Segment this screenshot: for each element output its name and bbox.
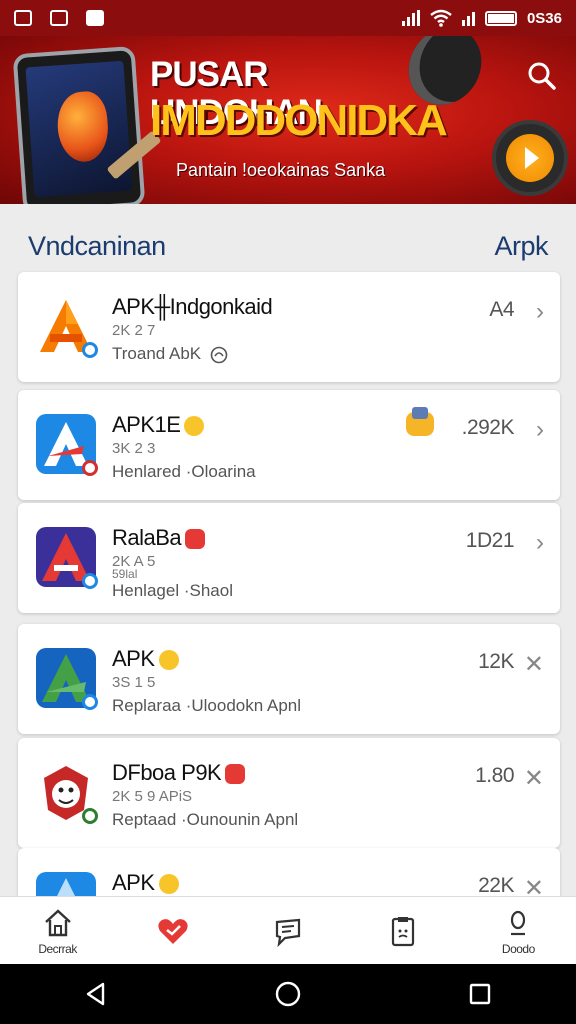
- battery-icon: [484, 10, 517, 26]
- fire-emoji-icon: [225, 764, 246, 785]
- robot-icon: [406, 407, 434, 436]
- smile-emoji-icon: [184, 416, 205, 437]
- clock-icon: [210, 346, 228, 363]
- verified-badge: [82, 694, 98, 710]
- close-x-icon[interactable]: ✕: [524, 650, 544, 679]
- nav-home-label: Decrrak: [38, 941, 77, 956]
- banner-tagline: Pantain !oeokainas Sanka: [176, 160, 386, 180]
- promo-banner[interactable]: PUSAR UNDOHAN IMDDDONIDKA Pantain !oeoka…: [0, 36, 576, 204]
- app-desc: Henlagel ·Shaol: [112, 581, 233, 600]
- status-bar: 0S36: [0, 0, 576, 36]
- nav-profile[interactable]: Doodo: [473, 899, 563, 963]
- status-time: 0S36: [526, 9, 562, 27]
- app-name: DFboa P9K: [112, 760, 246, 786]
- app-name: RalaBa: [112, 525, 206, 551]
- app-value: 22K: [478, 874, 514, 897]
- recents-square-icon: [469, 983, 491, 1005]
- status-system: 0S36: [401, 9, 562, 27]
- app-meta: 3S 1 5: [112, 674, 156, 691]
- app-desc: Henlared ·Oloarina: [112, 462, 256, 481]
- nav-profile-label: Doodo: [501, 941, 535, 956]
- nav-favorites[interactable]: [128, 899, 218, 963]
- app-meta: 3K 2 3: [112, 440, 156, 457]
- app-value: A4: [489, 298, 514, 321]
- section-title: Vndcaninan: [28, 230, 166, 261]
- home-icon: [44, 908, 71, 936]
- close-x-icon[interactable]: ✕: [524, 764, 544, 793]
- nav-home[interactable]: Decrrak: [13, 899, 103, 963]
- app-card[interactable]: APK1E 3K 2 3 Henlared ·Oloarina .292K ›: [18, 390, 560, 500]
- app-meta: 2K 5 9 APiS: [112, 788, 193, 805]
- app-card[interactable]: RalaBa 2K A 5 59lal Henlagel ·Shaol 1D21…: [18, 503, 560, 613]
- smile-emoji-icon: [158, 650, 179, 671]
- gallery-notification-icon: [14, 10, 32, 26]
- app-meta-secondary: 59lal: [112, 567, 138, 581]
- app-value: .292K: [461, 416, 515, 439]
- back-triangle-icon: [86, 982, 105, 1006]
- verified-badge: [82, 342, 98, 358]
- search-icon: [528, 62, 556, 90]
- chevron-right-icon[interactable]: ›: [536, 416, 544, 444]
- app-card[interactable]: DFboa P9K 2K 5 9 APiS Reptaad ·Ounounin …: [18, 738, 560, 848]
- chat-icon: [275, 918, 301, 947]
- recents-button[interactable]: [450, 972, 510, 1016]
- app-value: 12K: [478, 650, 514, 673]
- profile-icon: [511, 910, 526, 935]
- play-button[interactable]: [492, 120, 568, 196]
- app-desc: Replaraa ·Uloodokn Apnl: [112, 696, 302, 715]
- signal-icon: [401, 10, 420, 26]
- chevron-right-icon[interactable]: ›: [536, 529, 544, 557]
- nav-chat[interactable]: [243, 899, 333, 963]
- app-name: APK: [112, 870, 179, 896]
- wifi-icon: [430, 9, 452, 27]
- verified-badge: [82, 573, 98, 589]
- app-card[interactable]: APK 3S 1 5 Replaraa ·Uloodokn Apnl 12K ✕: [18, 624, 560, 734]
- bottom-navigation: Decrrak Doodo: [0, 896, 576, 964]
- section-link[interactable]: Arpk: [494, 231, 548, 262]
- status-badge: [82, 460, 98, 476]
- bird-illustration: [55, 90, 111, 164]
- smile-emoji-icon: [158, 874, 179, 895]
- status-badge: [82, 808, 98, 824]
- section-header: Vndcaninan Arpk: [0, 224, 576, 268]
- fire-emoji-icon: [185, 529, 206, 550]
- app-desc: Troand AbK: [112, 344, 228, 364]
- sim-notification-icon: [50, 10, 68, 26]
- app-notification-icon: [86, 10, 104, 26]
- app-value: 1D21: [465, 529, 515, 552]
- signal-2-icon: [461, 10, 475, 26]
- app-card[interactable]: APK╫Indgonkaid 2K 2 7 Troand AbK A4 ›: [18, 272, 560, 382]
- app-name: APK╫Indgonkaid: [112, 294, 273, 319]
- app-name: APK1E: [112, 412, 205, 438]
- home-circle-icon: [275, 981, 301, 1007]
- chevron-right-icon[interactable]: ›: [536, 298, 544, 326]
- system-navigation: [0, 964, 576, 1024]
- app-value: 1.80: [475, 764, 514, 787]
- app-meta: 2K 2 7: [112, 322, 156, 339]
- heart-icon: [158, 918, 188, 944]
- nav-tasks[interactable]: [358, 899, 448, 963]
- clipboard-icon: [392, 916, 415, 946]
- app-name: APK: [112, 646, 179, 672]
- home-button[interactable]: [258, 972, 318, 1016]
- phone-illustration: [12, 45, 146, 204]
- back-button[interactable]: [66, 972, 126, 1016]
- status-notifications: [14, 10, 104, 26]
- app-desc: Reptaad ·Ounounin Apnl: [112, 810, 299, 829]
- play-icon: [506, 134, 554, 182]
- search-button[interactable]: [522, 56, 562, 96]
- app-screen: 0S36 PUSAR UNDOHAN IMDDDONIDKA Pantain !…: [0, 0, 576, 1024]
- banner-subtitle: IMDDDONIDKA: [150, 96, 448, 145]
